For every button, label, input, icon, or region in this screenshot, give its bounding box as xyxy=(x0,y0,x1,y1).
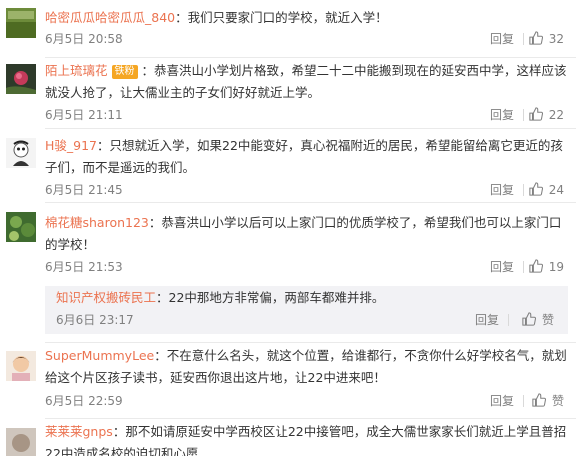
reply-button[interactable]: 回复 xyxy=(490,105,514,125)
like-count: 24 xyxy=(548,183,564,197)
sub-reply-text: 知识产权搬砖民工：22中那地方非常偏，两部车都难并排。 xyxy=(56,287,561,309)
thumbs-up-icon xyxy=(522,312,537,326)
comment-meta: 6月5日 21:45 回复 24 xyxy=(45,180,576,200)
divider xyxy=(45,128,576,129)
divider xyxy=(45,342,576,343)
comment-username[interactable]: 棉花糖sharon123 xyxy=(45,215,149,230)
comment-time: 6月5日 21:53 xyxy=(45,260,123,274)
thumbs-up-icon xyxy=(529,31,543,45)
comment-meta: 6月5日 21:53 回复 19 xyxy=(45,257,576,277)
divider xyxy=(45,57,576,58)
avatar[interactable] xyxy=(6,428,36,456)
comment-text: 哈密瓜瓜哈密瓜瓜_840：我们只要家门口的学校，就近入学！ xyxy=(45,7,568,29)
comment-meta: 6月5日 20:58 回复 32 xyxy=(45,29,576,49)
like-button[interactable]: 赞 xyxy=(532,391,564,411)
sub-reply-username[interactable]: 知识产权搬砖民工 xyxy=(56,290,156,305)
like-button[interactable]: 24 xyxy=(529,180,564,200)
comment-text: H骏_917：只想就近入学，如果22中能变好，真心祝福附近的居民，希望能留给离它… xyxy=(45,135,568,179)
divider xyxy=(523,261,524,273)
like-label: 赞 xyxy=(551,394,564,408)
avatar[interactable] xyxy=(6,64,36,94)
sub-reply-time: 6月6日 23:17 xyxy=(56,313,134,327)
comment-meta: 6月5日 22:59 回复 赞 xyxy=(45,391,576,411)
comment-time: 6月5日 21:11 xyxy=(45,108,123,122)
fan-badge: 铁粉 xyxy=(111,65,138,79)
comment-time: 6月5日 22:59 xyxy=(45,394,123,408)
comment-username[interactable]: 陌上琉璃花 xyxy=(45,63,108,78)
comment-content: ：我们只要家门口的学校，就近入学！ xyxy=(175,10,388,25)
like-label: 赞 xyxy=(541,313,554,327)
divider xyxy=(523,33,524,45)
reply-button[interactable]: 回复 xyxy=(490,257,514,277)
like-button[interactable]: 19 xyxy=(529,257,564,277)
divider xyxy=(523,184,524,196)
comment-item: 莱莱莱gnps：那不如请原延安中学西校区让22中接管吧，成全大儒世家家长们就近上… xyxy=(0,418,576,456)
comment-content: ：那不如请原延安中学西校区让22中接管吧，成全大儒世家家长们就近上学且普招22中… xyxy=(45,424,567,456)
avatar[interactable] xyxy=(6,8,36,38)
comment-text: 莱莱莱gnps：那不如请原延安中学西校区让22中接管吧，成全大儒世家家长们就近上… xyxy=(45,421,568,456)
like-button[interactable]: 22 xyxy=(529,105,564,125)
comment-username[interactable]: 哈密瓜瓜哈密瓜瓜_840 xyxy=(45,10,175,25)
like-count: 22 xyxy=(548,108,564,122)
divider xyxy=(45,202,576,203)
avatar[interactable] xyxy=(6,351,36,381)
comment-text: 棉花糖sharon123：恭喜洪山小学以后可以上家门口的优质学校了，希望我们也可… xyxy=(45,212,568,256)
like-button[interactable]: 32 xyxy=(529,29,564,49)
divider xyxy=(523,109,524,121)
comment-meta: 6月5日 21:11 回复 22 xyxy=(45,105,576,125)
thumbs-up-icon xyxy=(532,393,547,407)
reply-button[interactable]: 回复 xyxy=(490,29,514,49)
comment-username[interactable]: H骏_917 xyxy=(45,138,97,153)
comment-content: ：只想就近入学，如果22中能变好，真心祝福附近的居民，希望能留给离它更近的孩子们… xyxy=(45,138,563,175)
reply-button[interactable]: 回复 xyxy=(490,180,514,200)
comment-text: 陌上琉璃花 铁粉 ：恭喜洪山小学划片格致，希望二十二中能搬到现在的延安西中学，这样应… xyxy=(45,60,568,104)
like-count: 32 xyxy=(548,32,564,46)
divider xyxy=(523,395,524,407)
sub-reply-box: 知识产权搬砖民工：22中那地方非常偏，两部车都难并排。 6月6日 23:17 回… xyxy=(45,286,568,334)
comment-username[interactable]: 莱莱莱gnps xyxy=(45,424,113,439)
thumbs-up-icon xyxy=(529,182,543,196)
divider xyxy=(508,314,509,326)
reply-button[interactable]: 回复 xyxy=(475,310,499,330)
like-button[interactable]: 赞 xyxy=(522,310,554,330)
comment-username[interactable]: SuperMummyLee xyxy=(45,348,154,363)
comment-time: 6月5日 20:58 xyxy=(45,32,123,46)
sub-reply-content: ：22中那地方非常偏，两部车都难并排。 xyxy=(156,290,385,305)
comment-time: 6月5日 21:45 xyxy=(45,183,123,197)
thumbs-up-icon xyxy=(529,259,543,273)
avatar[interactable] xyxy=(6,138,36,168)
thumbs-up-icon xyxy=(529,107,543,121)
sub-reply-meta: 6月6日 23:17 回复 赞 xyxy=(56,310,568,330)
comment-text: SuperMummyLee：不在意什么名头，就这个位置，给谁都行，不贪你什么好学… xyxy=(45,345,568,389)
like-count: 19 xyxy=(548,260,564,274)
reply-button[interactable]: 回复 xyxy=(490,391,514,411)
avatar[interactable] xyxy=(6,212,36,242)
